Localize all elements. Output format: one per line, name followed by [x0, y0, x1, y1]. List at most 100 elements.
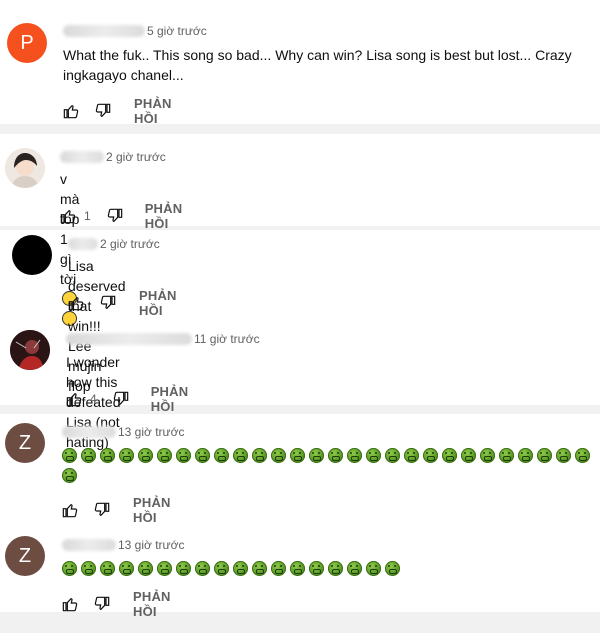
comment-actions: 1 PHẢN HỒI	[60, 201, 182, 231]
sick-face-emoji	[461, 447, 476, 463]
comment-meta: 13 giờ trước	[62, 538, 184, 552]
sick-face-emoji	[81, 447, 96, 463]
comment-time[interactable]: 5 giờ trước	[147, 24, 207, 38]
comment-meta: 2 giờ trước	[60, 150, 166, 164]
avatar-letter: P	[20, 31, 34, 54]
comment-actions: PHẢN HỒI	[62, 495, 171, 525]
comment-meta: 13 giờ trước	[62, 425, 184, 439]
profile-photo	[10, 330, 50, 370]
sick-face-emoji	[575, 447, 590, 463]
reply-button[interactable]: PHẢN HỒI	[151, 384, 189, 414]
thumbs-down-icon[interactable]	[94, 502, 110, 518]
author-name[interactable]	[62, 426, 116, 438]
sick-face-emoji	[480, 447, 495, 463]
comment-actions: 4 PHẢN HỒI	[66, 384, 188, 414]
sick-face-emoji	[328, 447, 343, 463]
sick-face-emoji	[138, 560, 153, 576]
reply-button[interactable]: PHẢN HỒI	[134, 96, 172, 126]
sick-face-emoji	[252, 560, 267, 576]
sick-face-emoji	[214, 560, 229, 576]
comment-emoji-text	[62, 444, 600, 484]
comment-actions: PHẢN HỒI	[62, 589, 171, 619]
sick-face-emoji	[176, 447, 191, 463]
sick-face-emoji	[271, 560, 286, 576]
comment-meta: 11 giờ trước	[66, 332, 260, 346]
sick-face-emoji	[290, 447, 305, 463]
thumbs-down-icon[interactable]	[95, 103, 111, 119]
thumbs-up-icon[interactable]	[66, 391, 82, 407]
comment-time[interactable]: 11 giờ trước	[194, 332, 260, 346]
avatar[interactable]: Z	[5, 536, 45, 576]
comment-time[interactable]: 2 giờ trước	[100, 237, 160, 251]
comment-actions: PHẢN HỒI	[63, 96, 172, 126]
thumbs-down-icon[interactable]	[113, 391, 129, 407]
sick-face-emoji	[62, 467, 77, 483]
author-name[interactable]	[66, 333, 192, 345]
sick-face-emoji	[233, 560, 248, 576]
sick-face-emoji	[366, 447, 381, 463]
sick-face-emoji	[138, 447, 153, 463]
sick-face-emoji	[290, 560, 305, 576]
sick-face-emoji	[100, 560, 115, 576]
sick-face-emoji	[442, 447, 457, 463]
reply-button[interactable]: PHẢN HỒI	[145, 201, 183, 231]
sick-face-emoji	[119, 560, 134, 576]
comment-emoji-text	[62, 557, 600, 577]
comment-time[interactable]: 13 giờ trước	[118, 425, 184, 439]
avatar-letter: Z	[18, 431, 32, 454]
comment-time[interactable]: 13 giờ trước	[118, 538, 184, 552]
thumbs-up-icon[interactable]	[62, 502, 78, 518]
avatar[interactable]	[12, 235, 52, 275]
sick-face-emoji	[518, 447, 533, 463]
avatar[interactable]: Z	[5, 423, 45, 463]
avatar[interactable]	[5, 148, 45, 188]
sick-face-emoji	[176, 560, 191, 576]
author-name[interactable]	[63, 25, 145, 37]
reply-button[interactable]: PHẢN HỒI	[133, 589, 171, 619]
reply-button[interactable]: PHẢN HỒI	[139, 288, 177, 318]
sick-face-emoji	[328, 560, 343, 576]
thumbs-up-icon[interactable]	[68, 295, 84, 311]
sick-face-emoji	[537, 447, 552, 463]
sick-face-emoji	[385, 560, 400, 576]
thumbs-down-icon[interactable]	[100, 295, 116, 311]
sick-face-emoji	[195, 560, 210, 576]
sick-face-emoji	[195, 447, 210, 463]
reply-button[interactable]: PHẢN HỒI	[133, 495, 171, 525]
sick-face-emoji	[233, 447, 248, 463]
like-count: 4	[90, 392, 97, 406]
thumbs-down-icon[interactable]	[107, 208, 123, 224]
sick-face-emoji	[157, 447, 172, 463]
sick-face-emoji	[62, 447, 77, 463]
sick-face-emoji	[347, 447, 362, 463]
author-name[interactable]	[62, 539, 116, 551]
thumbs-up-icon[interactable]	[63, 103, 79, 119]
profile-photo	[5, 148, 45, 188]
sick-face-emoji	[366, 560, 381, 576]
avatar[interactable]: P	[7, 23, 47, 63]
comment-time[interactable]: 2 giờ trước	[106, 150, 166, 164]
comment-text: What the fuk.. This song so bad... Why c…	[63, 47, 572, 83]
sick-face-emoji	[81, 560, 96, 576]
sick-face-emoji	[385, 447, 400, 463]
avatar-letter: Z	[18, 544, 32, 567]
thumbs-down-icon[interactable]	[94, 596, 110, 612]
thumbs-up-icon[interactable]	[62, 596, 78, 612]
sick-face-emoji	[271, 447, 286, 463]
sick-face-emoji	[62, 560, 77, 576]
sick-face-emoji	[347, 560, 362, 576]
comment-actions: PHẢN HỒI	[68, 288, 177, 318]
sick-face-emoji	[252, 447, 267, 463]
sick-face-emoji	[423, 447, 438, 463]
comment-meta: 2 giờ trước	[68, 237, 160, 251]
sick-face-emoji	[309, 560, 324, 576]
sick-face-emoji	[404, 447, 419, 463]
sick-face-emoji	[499, 447, 514, 463]
author-name[interactable]	[60, 151, 104, 163]
avatar[interactable]	[10, 330, 50, 370]
sick-face-emoji	[309, 447, 324, 463]
author-name[interactable]	[68, 238, 98, 250]
sick-face-emoji	[556, 447, 571, 463]
thumbs-up-icon[interactable]	[60, 208, 76, 224]
sick-face-emoji	[214, 447, 229, 463]
